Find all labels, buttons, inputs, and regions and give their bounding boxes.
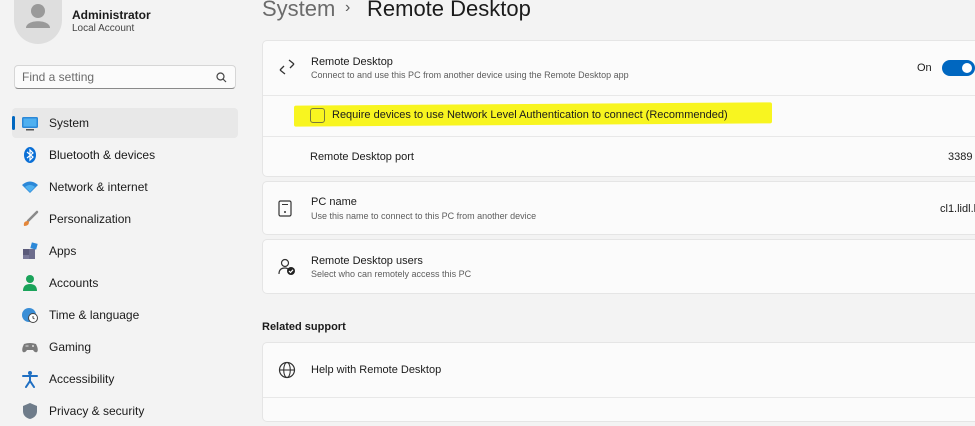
remote-desktop-users-card[interactable]: Remote Desktop users Select who can remo… bbox=[262, 239, 975, 294]
sidebar-item-personalization[interactable]: Personalization bbox=[12, 204, 238, 234]
search-input[interactable] bbox=[22, 69, 212, 85]
divider bbox=[263, 95, 975, 96]
network-icon bbox=[22, 181, 38, 193]
sidebar-item-label: System bbox=[49, 116, 90, 130]
user-check-icon bbox=[278, 258, 295, 275]
sidebar-item-apps[interactable]: Apps bbox=[12, 236, 238, 266]
accounts-icon bbox=[23, 275, 37, 291]
sidebar-item-label: Apps bbox=[49, 244, 77, 258]
user-icon bbox=[26, 4, 50, 28]
brush-icon bbox=[23, 210, 39, 226]
active-indicator bbox=[12, 116, 15, 130]
search-icon[interactable] bbox=[216, 72, 227, 83]
gamepad-icon bbox=[22, 343, 38, 353]
related-support-card: Help with Remote Desktop bbox=[262, 342, 975, 422]
port-label: Remote Desktop port bbox=[310, 151, 414, 163]
globe-clock-icon bbox=[22, 308, 38, 323]
sidebar-item-label: Personalization bbox=[49, 212, 132, 226]
sidebar-item-label: Privacy & security bbox=[49, 404, 145, 418]
pc-name-subtitle: Use this name to connect to this PC from… bbox=[311, 211, 537, 221]
pc-name-title: PC name bbox=[311, 196, 357, 208]
sidebar-item-privacy-security[interactable]: Privacy & security bbox=[12, 396, 238, 426]
sidebar-item-bluetooth[interactable]: Bluetooth & devices bbox=[12, 140, 238, 170]
sidebar-item-label: Bluetooth & devices bbox=[49, 148, 156, 162]
remote-desktop-subtitle: Connect to and use this PC from another … bbox=[311, 70, 629, 80]
pc-name-value: cl1.lidl.l bbox=[940, 203, 975, 215]
user-name: Administrator bbox=[72, 8, 151, 22]
avatar[interactable] bbox=[14, 0, 62, 44]
system-icon bbox=[22, 117, 38, 131]
nla-label[interactable]: Require devices to use Network Level Aut… bbox=[332, 109, 728, 121]
user-account-type: Local Account bbox=[72, 23, 135, 34]
search-box[interactable] bbox=[14, 65, 236, 89]
sidebar-item-accounts[interactable]: Accounts bbox=[12, 268, 238, 298]
related-support-heading: Related support bbox=[262, 321, 346, 333]
help-remote-desktop-link[interactable]: Help with Remote Desktop bbox=[311, 364, 441, 376]
breadcrumb-parent[interactable]: System bbox=[262, 0, 335, 22]
sidebar-item-label: Accessibility bbox=[49, 372, 115, 386]
sidebar-item-time-language[interactable]: Time & language bbox=[12, 300, 238, 330]
bluetooth-icon bbox=[24, 147, 36, 163]
toggle-state-label: On bbox=[917, 62, 932, 74]
shield-icon bbox=[23, 403, 37, 419]
remote-desktop-title: Remote Desktop bbox=[311, 56, 393, 68]
remote-desktop-icon bbox=[279, 59, 295, 75]
sidebar-item-system[interactable]: System bbox=[12, 108, 238, 138]
sidebar: Administrator Local Account System Bluet… bbox=[0, 0, 250, 419]
sidebar-item-accessibility[interactable]: Accessibility bbox=[12, 364, 238, 394]
users-subtitle: Select who can remotely access this PC bbox=[311, 269, 472, 279]
port-value: 3389 bbox=[948, 151, 973, 163]
pc-name-card: PC name Use this name to connect to this… bbox=[262, 181, 975, 235]
sidebar-item-label: Gaming bbox=[49, 340, 92, 354]
toggle-knob bbox=[962, 63, 972, 73]
divider bbox=[263, 397, 975, 398]
apps-icon bbox=[23, 242, 38, 259]
breadcrumb-separator: › bbox=[345, 0, 351, 16]
sidebar-item-label: Accounts bbox=[49, 276, 99, 290]
sidebar-item-label: Network & internet bbox=[49, 180, 148, 194]
sidebar-item-gaming[interactable]: Gaming bbox=[12, 332, 238, 362]
remote-desktop-toggle[interactable] bbox=[942, 60, 975, 76]
nla-checkbox[interactable] bbox=[310, 108, 325, 123]
page-title: Remote Desktop bbox=[367, 0, 531, 21]
accessibility-icon bbox=[22, 371, 38, 388]
users-title: Remote Desktop users bbox=[311, 255, 423, 267]
sidebar-item-label: Time & language bbox=[49, 308, 140, 322]
divider bbox=[263, 136, 975, 137]
pc-tower-icon bbox=[278, 200, 292, 217]
sidebar-item-network[interactable]: Network & internet bbox=[12, 172, 238, 202]
globe-icon bbox=[278, 361, 296, 379]
